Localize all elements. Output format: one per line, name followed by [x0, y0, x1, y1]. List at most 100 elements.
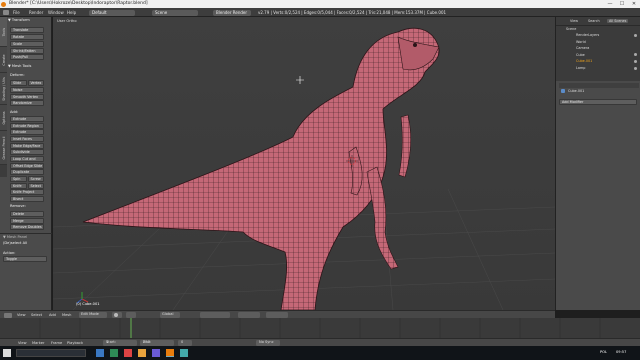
visibility-icon[interactable] — [634, 67, 637, 70]
raptor-mesh[interactable] — [82, 27, 440, 310]
action-dropdown[interactable]: Toggle — [3, 256, 47, 262]
inset-faces-button[interactable]: Inset Faces — [10, 136, 44, 142]
orientation-selector[interactable]: Global — [160, 312, 180, 318]
app-icon[interactable] — [110, 349, 118, 357]
end-frame-field[interactable]: End: 250 — [140, 340, 174, 346]
extrude-region-button[interactable]: Extrude Region — [10, 123, 44, 129]
visibility-icon[interactable] — [634, 34, 637, 37]
shrink-fatten-button[interactable]: Shrink/Fatten — [10, 48, 44, 54]
3d-viewport[interactable] — [53, 17, 555, 310]
noise-button[interactable]: Noise — [10, 87, 44, 93]
offset-edge-slide-button[interactable]: Offset Edge Slide — [10, 163, 44, 169]
outliner-item-cube[interactable]: Cube — [576, 53, 585, 57]
maximize-button[interactable]: ☐ — [616, 0, 628, 8]
scale-button[interactable]: Scale — [10, 41, 44, 47]
outliner-display-selector[interactable]: All Scenes — [607, 19, 629, 23]
sync-selector[interactable]: No Sync — [256, 340, 280, 346]
menu-file[interactable]: File — [13, 8, 20, 17]
smooth-vertex-button[interactable]: Smooth Vertex — [10, 94, 44, 100]
mouse-crosshair-icon — [296, 76, 304, 84]
outliner-item-lamp[interactable]: Lamp — [576, 66, 585, 70]
keyboard-language[interactable]: POL — [600, 350, 607, 354]
screw-button[interactable]: Screw — [27, 176, 44, 182]
outliner-view-menu[interactable]: View — [570, 19, 578, 23]
properties-tab-row[interactable] — [559, 83, 639, 88]
timeline-canvas[interactable] — [0, 318, 640, 338]
layout-selector[interactable]: Default — [89, 9, 135, 16]
outliner-divider — [556, 25, 640, 26]
visibility-icon[interactable] — [634, 60, 637, 63]
tab-shading-uvs[interactable]: Shading / UVs — [0, 73, 7, 105]
mode-selector[interactable]: Edit Mode — [79, 312, 107, 318]
app-icon[interactable] — [152, 349, 160, 357]
outliner-item-cube001[interactable]: Cube.001 — [576, 59, 592, 63]
extrude-individual-button[interactable]: Extrude Individual — [10, 129, 44, 140]
deform-label: Deform: — [10, 73, 25, 77]
transform-panel-header[interactable]: ▼ Transform — [8, 17, 51, 23]
vertex-slide-button[interactable]: Vertex — [27, 80, 44, 86]
app-icon[interactable] — [124, 349, 132, 357]
editor-type-icon[interactable] — [3, 10, 9, 15]
duplicate-button[interactable]: Duplicate — [10, 169, 44, 175]
slide-edge-button[interactable]: Slide Edge — [10, 80, 27, 91]
scene-stats: v2.79 | Verts:0/2,524 | Edges:0/5,044 | … — [258, 10, 447, 15]
outliner-search-menu[interactable]: Search — [588, 19, 600, 23]
blender-taskbar-icon[interactable] — [166, 349, 174, 357]
tab-tools[interactable]: Tools — [0, 17, 7, 47]
tab-create[interactable]: Create — [0, 47, 7, 73]
render-engine-selector[interactable]: Blender Render — [213, 9, 251, 16]
menu-help[interactable]: Help — [67, 8, 76, 17]
randomize-button[interactable]: Randomize — [10, 100, 44, 106]
pivot-selector[interactable] — [126, 312, 136, 318]
translate-button[interactable]: Translate — [10, 27, 44, 33]
start-button-icon[interactable] — [3, 349, 11, 357]
info-header: File Render Window Help Default Scene Bl… — [0, 8, 640, 17]
proportional-edit-button[interactable] — [238, 312, 260, 318]
app-icon[interactable] — [138, 349, 146, 357]
bisect-button[interactable]: Bisect — [10, 196, 44, 202]
make-edge-face-button[interactable]: Make Edge/Face — [10, 143, 44, 149]
delete-button[interactable]: Delete — [10, 211, 44, 217]
loop-cut-button[interactable]: Loop Cut and Slide — [10, 156, 44, 167]
file-explorer-icon[interactable] — [96, 349, 104, 357]
remove-doubles-button[interactable]: Remove Doubles — [10, 224, 44, 230]
select-mode-buttons[interactable] — [200, 312, 230, 318]
outliner-item-camera[interactable]: Camera — [576, 46, 589, 50]
scene-selector[interactable]: Scene — [152, 9, 198, 16]
current-frame-field[interactable]: 0 — [178, 340, 192, 346]
viewport-editor-icon[interactable] — [4, 312, 12, 318]
tab-options[interactable]: Options — [0, 105, 7, 131]
windows-taskbar: POL 09:57 — [0, 346, 640, 360]
minimize-button[interactable]: — — [604, 0, 616, 8]
add-modifier-button[interactable]: Add Modifier — [559, 99, 637, 105]
tab-grease-pencil[interactable]: Grease Pencil — [0, 131, 7, 165]
spin-button[interactable]: Spin — [10, 176, 27, 182]
snap-button[interactable] — [266, 312, 288, 318]
start-frame-field[interactable]: Start: 1 — [103, 340, 137, 346]
rotate-button[interactable]: Rotate — [10, 34, 44, 40]
outliner: View Search All Scenes Scene RenderLayer… — [555, 17, 640, 81]
knife-button[interactable]: Knife — [10, 183, 27, 189]
shading-selector[interactable] — [112, 312, 122, 318]
outliner-item-scene[interactable]: Scene — [566, 27, 576, 31]
menu-window[interactable]: Window — [48, 8, 64, 17]
extrude-button[interactable]: Extrude — [10, 116, 44, 122]
add-label: Add: — [10, 110, 19, 114]
taskbar-search-box[interactable] — [16, 349, 86, 357]
knife-project-button[interactable]: Knife Project — [10, 189, 44, 195]
push-pull-button[interactable]: Push/Pull — [10, 54, 44, 60]
menu-render[interactable]: Render — [29, 8, 43, 17]
timeline[interactable] — [0, 318, 640, 338]
mesh-tools-panel-header[interactable]: ▼ Mesh Tools — [8, 63, 51, 69]
visibility-icon[interactable] — [634, 53, 637, 56]
app-icon[interactable] — [180, 349, 188, 357]
viewport-canvas[interactable] — [53, 17, 555, 310]
merge-button[interactable]: Merge — [10, 218, 44, 224]
knife-select-button[interactable]: Select — [27, 183, 44, 189]
subdivide-button[interactable]: Subdivide — [10, 149, 44, 155]
clock[interactable]: 09:57 — [616, 350, 626, 354]
timeline-header: View Marker Frame Playback Start: 1 End:… — [0, 338, 640, 346]
outliner-item-renderlayers[interactable]: RenderLayers — [576, 33, 599, 37]
outliner-item-world[interactable]: World — [576, 40, 586, 44]
close-button[interactable]: ✕ — [628, 0, 640, 8]
